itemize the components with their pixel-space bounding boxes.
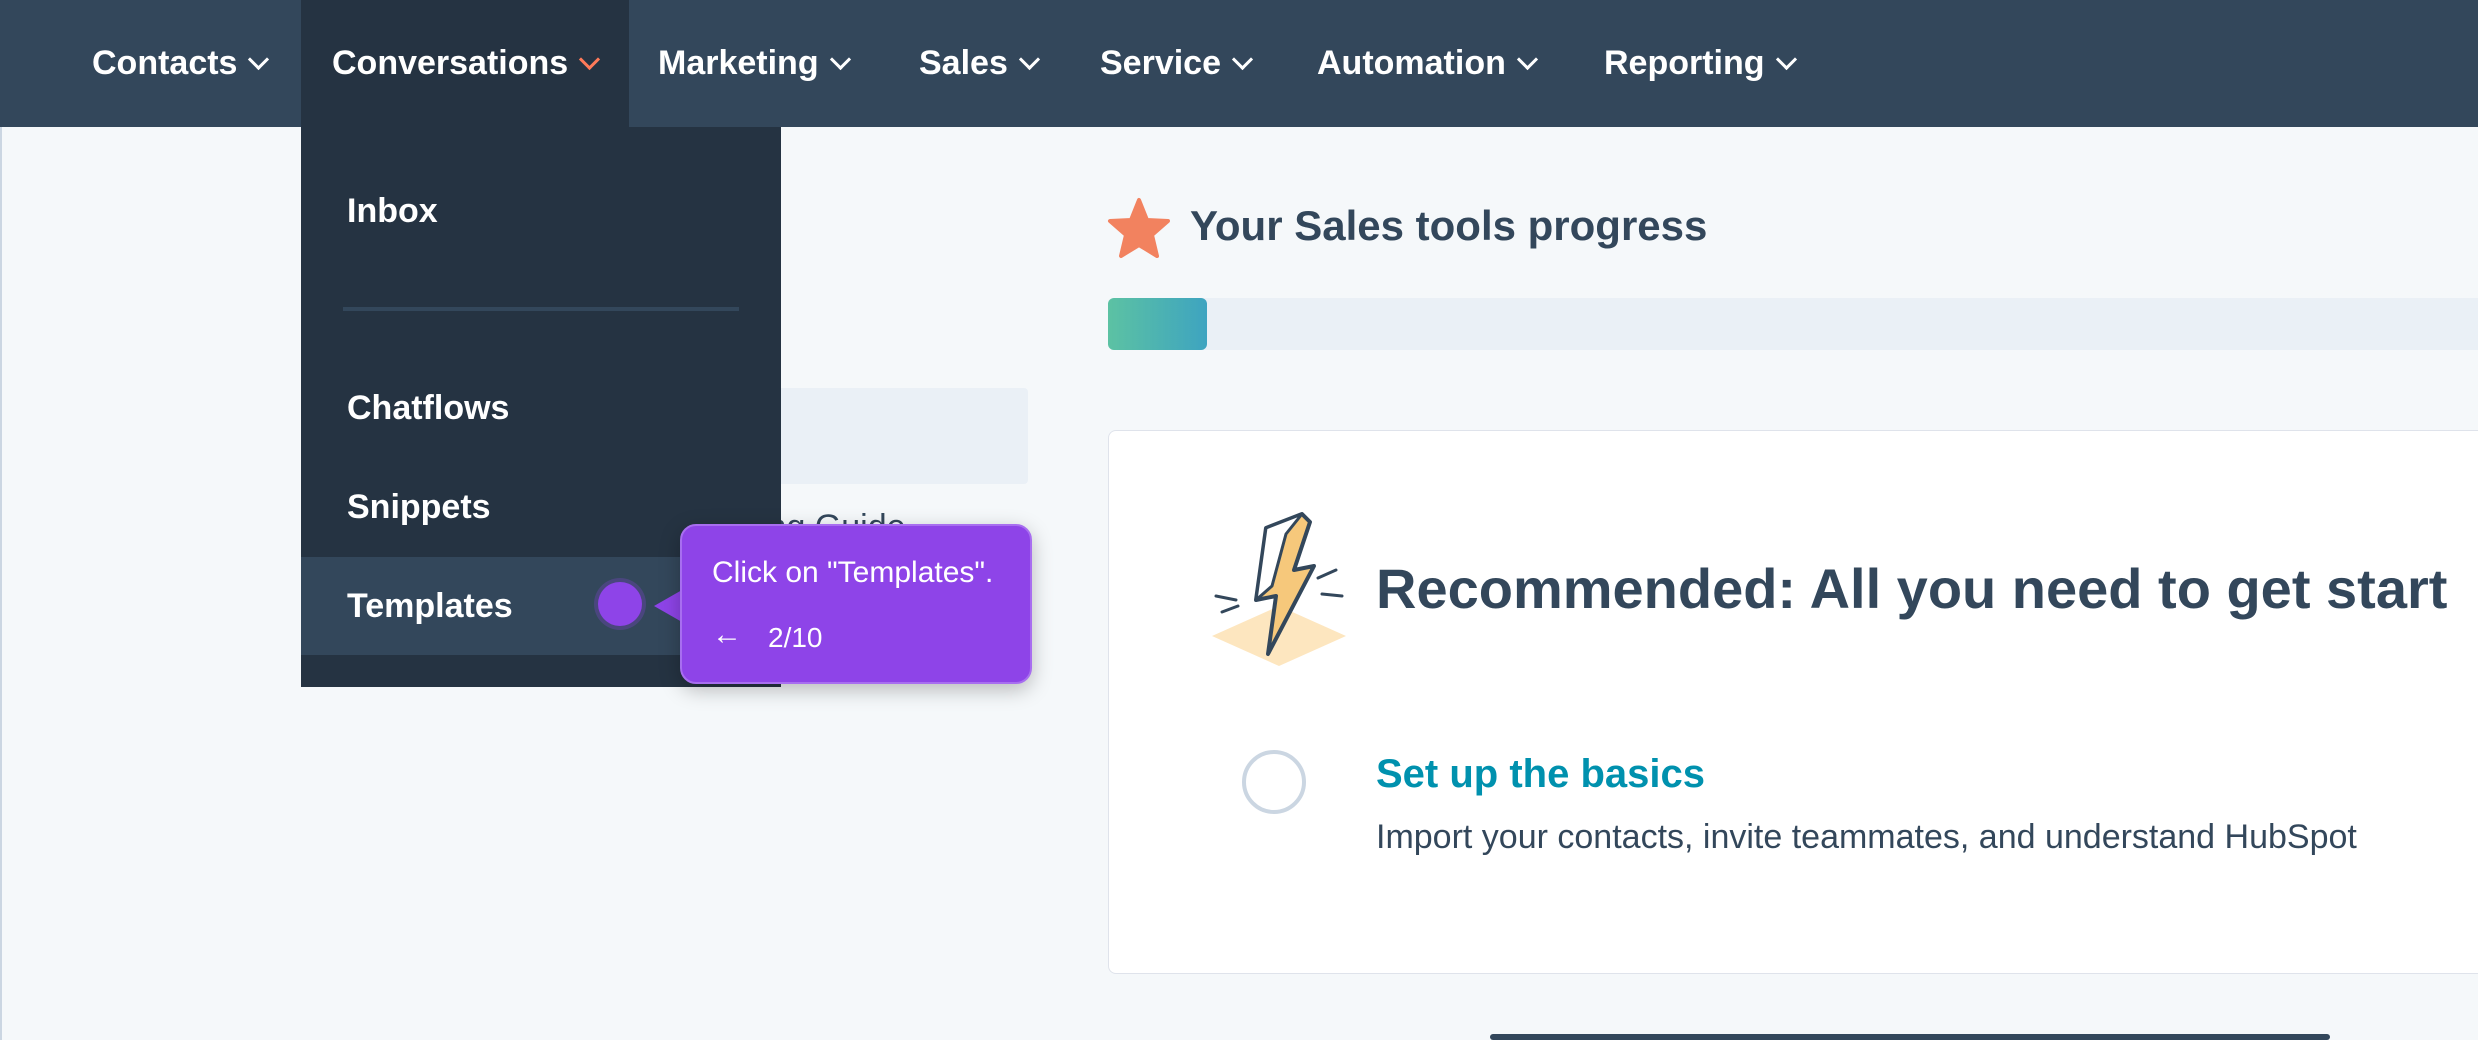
progress-title: Your Sales tools progress [1190,202,1708,249]
arrow-left-icon[interactable]: ← [712,618,742,652]
top-navigation: Contacts Conversations Marketing Sales S… [0,0,2478,127]
nav-automation[interactable]: Automation [1317,0,1538,127]
guide-hotspot[interactable] [598,582,642,626]
chevron-down-icon [829,48,851,71]
menu-divider [343,307,739,311]
chevron-down-icon [1018,48,1040,71]
tooltip-arrow [654,590,682,622]
menu-item-inbox[interactable]: Inbox [347,192,438,231]
nav-service[interactable]: Service [1100,0,1254,127]
progress-fill [1108,298,1207,350]
menu-item-chatflows[interactable]: Chatflows [347,389,509,428]
nav-contacts-label: Contacts [92,44,238,82]
nav-service-label: Service [1100,44,1221,82]
tooltip-text: Click on "Templates". [712,556,994,589]
nav-marketing[interactable]: Marketing [658,0,851,127]
card-title: Recommended: All you need to get start [1376,557,2448,620]
chevron-down-icon [248,48,270,71]
nav-reporting[interactable]: Reporting [1604,0,1797,127]
nav-conversations-label: Conversations [332,44,569,82]
menu-item-snippets[interactable]: Snippets [347,488,491,527]
chevron-down-icon [1775,48,1797,71]
menu-item-templates[interactable]: Templates [347,587,513,626]
nav-sales-label: Sales [919,44,1008,82]
footer-edge [1490,1034,2330,1040]
nav-sales[interactable]: Sales [919,0,1040,127]
nav-contacts[interactable]: Contacts [92,0,270,127]
task-title-link[interactable]: Set up the basics [1376,752,1705,797]
chevron-down-icon [1516,48,1538,71]
step-counter: 2/10 [768,622,823,653]
circle-check-icon[interactable] [1242,750,1306,814]
page-edge [0,0,2,1040]
chevron-down-icon [579,48,601,71]
nav-automation-label: Automation [1317,44,1506,82]
nav-marketing-label: Marketing [658,44,819,82]
guide-tooltip: Click on "Templates". ← 2/10 [680,524,1032,684]
task-description: Import your contacts, invite teammates, … [1376,818,2357,856]
nav-conversations[interactable]: Conversations [301,0,630,127]
chevron-down-icon [1231,48,1254,71]
lightning-bolt-icon [1212,512,1346,666]
progress-bar [1108,298,2478,350]
nav-reporting-label: Reporting [1604,44,1765,82]
star-icon [1108,198,1170,258]
